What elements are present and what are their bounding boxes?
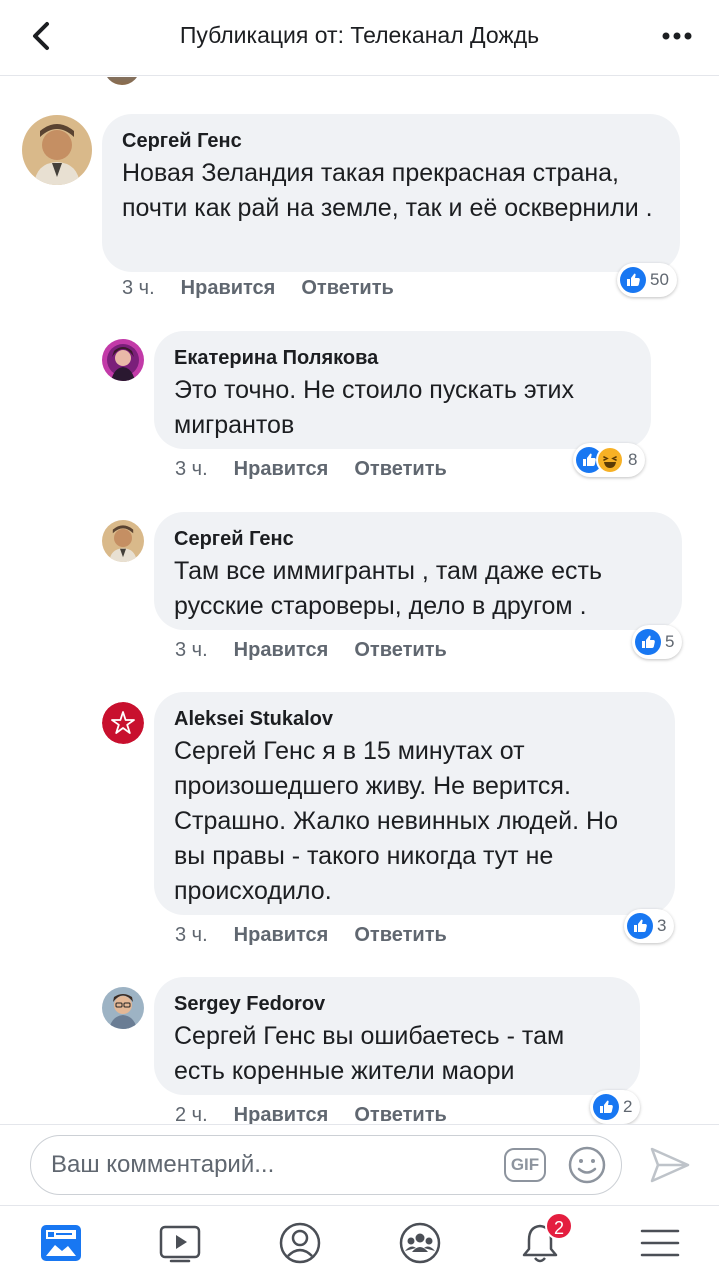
comment-bubble: Сергей Генс Новая Зеландия такая прекрас… [102,114,680,272]
comment-author[interactable]: Aleksei Stukalov [174,706,655,732]
comment-text: Сергей Генс я в 15 минутах от произошедш… [174,737,618,905]
comment-author[interactable]: Екатерина Полякова [174,345,631,371]
like-link[interactable]: Нравится [234,924,329,946]
reaction-summary[interactable]: 50 [617,263,677,297]
comment-text: Сергей Генс вы ошибаетесь - там есть кор… [174,1022,565,1085]
reply-link[interactable]: Ответить [354,924,446,946]
avatar[interactable] [102,339,144,381]
like-link[interactable]: Нравится [234,1104,329,1124]
comment-meta: 3 ч. Нравится Ответить [122,277,394,300]
avatar[interactable] [102,520,144,562]
bottom-tab-bar: 2 [0,1205,719,1280]
comment-time[interactable]: 3 ч. [175,639,208,661]
comment-meta: 2 ч. Нравится Ответить [175,1104,447,1124]
more-dots-icon[interactable] [657,20,697,52]
reaction-summary[interactable]: 5 [632,625,683,659]
laughing-face-icon [596,446,624,474]
reaction-count: 3 [657,916,667,935]
top-bar: Публикация от: Телеканал Дождь [0,0,719,76]
reaction-count: 8 [628,450,638,469]
comment-input[interactable]: Ваш комментарий... GIF [30,1135,622,1195]
comment-text: Новая Зеландия такая прекрасная страна, … [122,159,653,222]
emoji-icon[interactable] [567,1145,607,1185]
comment-bubble: Aleksei Stukalov Сергей Генс я в 15 мину… [154,692,675,915]
profile-icon[interactable] [277,1220,323,1266]
reaction-count: 2 [623,1097,633,1116]
comment-meta: 3 ч. Нравится Ответить [175,639,447,662]
reply-link[interactable]: Ответить [354,639,446,661]
comment-composer: Ваш комментарий... GIF [0,1124,719,1204]
comment-time[interactable]: 3 ч. [175,458,208,480]
reaction-summary[interactable]: 3 [624,909,675,943]
menu-icon[interactable] [637,1220,683,1266]
reply-link[interactable]: Ответить [354,1104,446,1124]
like-link[interactable]: Нравится [234,639,329,661]
comment-time[interactable]: 3 ч. [122,277,155,299]
comment-text: Там все иммигранты , там даже есть русск… [174,557,602,620]
reaction-count: 5 [665,632,675,651]
comment-author[interactable]: Сергей Генс [122,128,660,154]
comment-meta: 3 ч. Нравится Ответить [175,924,447,947]
like-link[interactable]: Нравится [234,458,329,480]
reaction-summary[interactable]: 8 [573,443,646,477]
comment-input-placeholder: Ваш комментарий... [51,1151,275,1178]
thumbs-up-icon [593,1094,619,1120]
comment-text: Это точно. Не стоило пускать этих мигран… [174,376,574,439]
thumbs-up-icon [635,629,661,655]
comments-feed[interactable]: Сергей Генс Новая Зеландия такая прекрас… [0,77,719,1124]
comment-meta: 3 ч. Нравится Ответить [175,458,447,481]
comment-time[interactable]: 2 ч. [175,1104,208,1124]
comment-bubble: Sergey Fedorov Сергей Генс вы ошибаетесь… [154,977,640,1095]
comment-author[interactable]: Сергей Генс [174,526,662,552]
avatar[interactable] [22,115,92,185]
avatar[interactable] [102,702,144,744]
comment-bubble: Екатерина Полякова Это точно. Не стоило … [154,331,651,449]
reply-link[interactable]: Ответить [301,277,393,299]
comment-author[interactable]: Sergey Fedorov [174,991,620,1017]
reaction-count: 50 [650,270,669,289]
reaction-summary[interactable]: 2 [590,1090,641,1124]
send-icon[interactable] [648,1143,692,1187]
comment-time[interactable]: 3 ч. [175,924,208,946]
gif-icon[interactable]: GIF [504,1148,546,1182]
avatar[interactable] [102,987,144,1029]
comment-bubble: Сергей Генс Там все иммигранты , там даж… [154,512,682,630]
groups-icon[interactable] [397,1220,443,1266]
watch-icon[interactable] [157,1220,203,1266]
thumbs-up-icon [627,913,653,939]
page-title: Публикация от: Телеканал Дождь [179,22,540,48]
like-link[interactable]: Нравится [181,277,276,299]
thumbs-up-icon [620,267,646,293]
notification-badge: 2 [545,1212,573,1240]
avatar [104,77,140,85]
reply-link[interactable]: Ответить [354,458,446,480]
news-feed-icon[interactable] [38,1220,84,1266]
